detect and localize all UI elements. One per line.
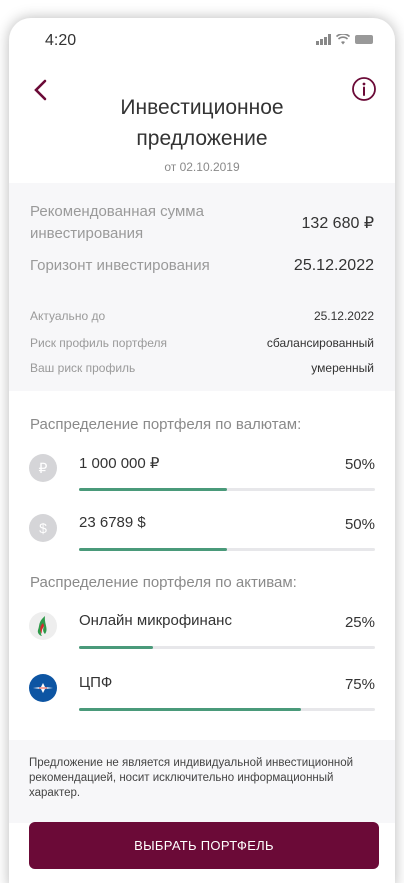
asset-item-microfinance[interactable]: Онлайн микрофинанс 25% <box>25 608 379 654</box>
dollar-icon: $ <box>29 514 57 542</box>
battery-icon <box>355 35 373 44</box>
asset-item-cpf[interactable]: ЦПФ 75% <box>25 670 379 716</box>
page-header: Инвестиционное предложение от 02.10.2019 <box>9 70 395 180</box>
progress-bar <box>79 548 375 551</box>
offer-date: от 02.10.2019 <box>164 160 240 174</box>
progress-fill <box>79 708 301 711</box>
phone-frame: 4:20 Инвестиционное предложение от 02.10… <box>9 18 395 883</box>
progress-bar <box>79 708 375 711</box>
progress-bar <box>79 488 375 491</box>
currency-item-usd[interactable]: $ 23 6789 $ 50% <box>25 510 379 556</box>
assets-title: Распределение портфеля по активам: <box>30 574 297 591</box>
progress-bar <box>79 646 375 649</box>
currency-item-rub[interactable]: ₽ 1 000 000 ₽ 50% <box>25 450 379 496</box>
page-title: Инвестиционное предложение <box>120 96 284 150</box>
ruble-icon: ₽ <box>29 454 57 482</box>
disclaimer-text: Предложение не является индивидуальной и… <box>29 757 354 799</box>
select-portfolio-button[interactable]: ВЫБРАТЬ ПОРТФЕЛЬ <box>29 822 379 869</box>
portfolio-risk-row: Риск профиль портфеля сбалансированный <box>30 336 374 350</box>
progress-fill <box>79 488 227 491</box>
wifi-icon <box>336 34 350 45</box>
your-risk-row: Ваш риск профиль умеренный <box>30 361 374 375</box>
horizon-row: Горизонт инвестирования 25.12.2022 <box>30 257 374 274</box>
flame-logo-icon <box>29 612 57 640</box>
summary-panel: Рекомендованная сумма инвестирования 132… <box>9 183 395 391</box>
currencies-title: Распределение портфеля по валютам: <box>30 416 302 433</box>
disclaimer-panel: Предложение не является индивидуальной и… <box>9 740 395 823</box>
info-icon[interactable] <box>351 76 377 102</box>
back-arrow-icon[interactable] <box>29 78 53 102</box>
plane-logo-icon <box>29 674 57 702</box>
progress-fill <box>79 646 153 649</box>
progress-fill <box>79 548 227 551</box>
status-icons <box>316 34 373 45</box>
recommended-sum-row: Рекомендованная сумма инвестирования 132… <box>30 203 374 242</box>
valid-until-row: Актуально до 25.12.2022 <box>30 309 374 323</box>
signal-icon <box>316 34 331 45</box>
status-bar: 4:20 <box>9 18 395 64</box>
status-time: 4:20 <box>45 32 77 49</box>
